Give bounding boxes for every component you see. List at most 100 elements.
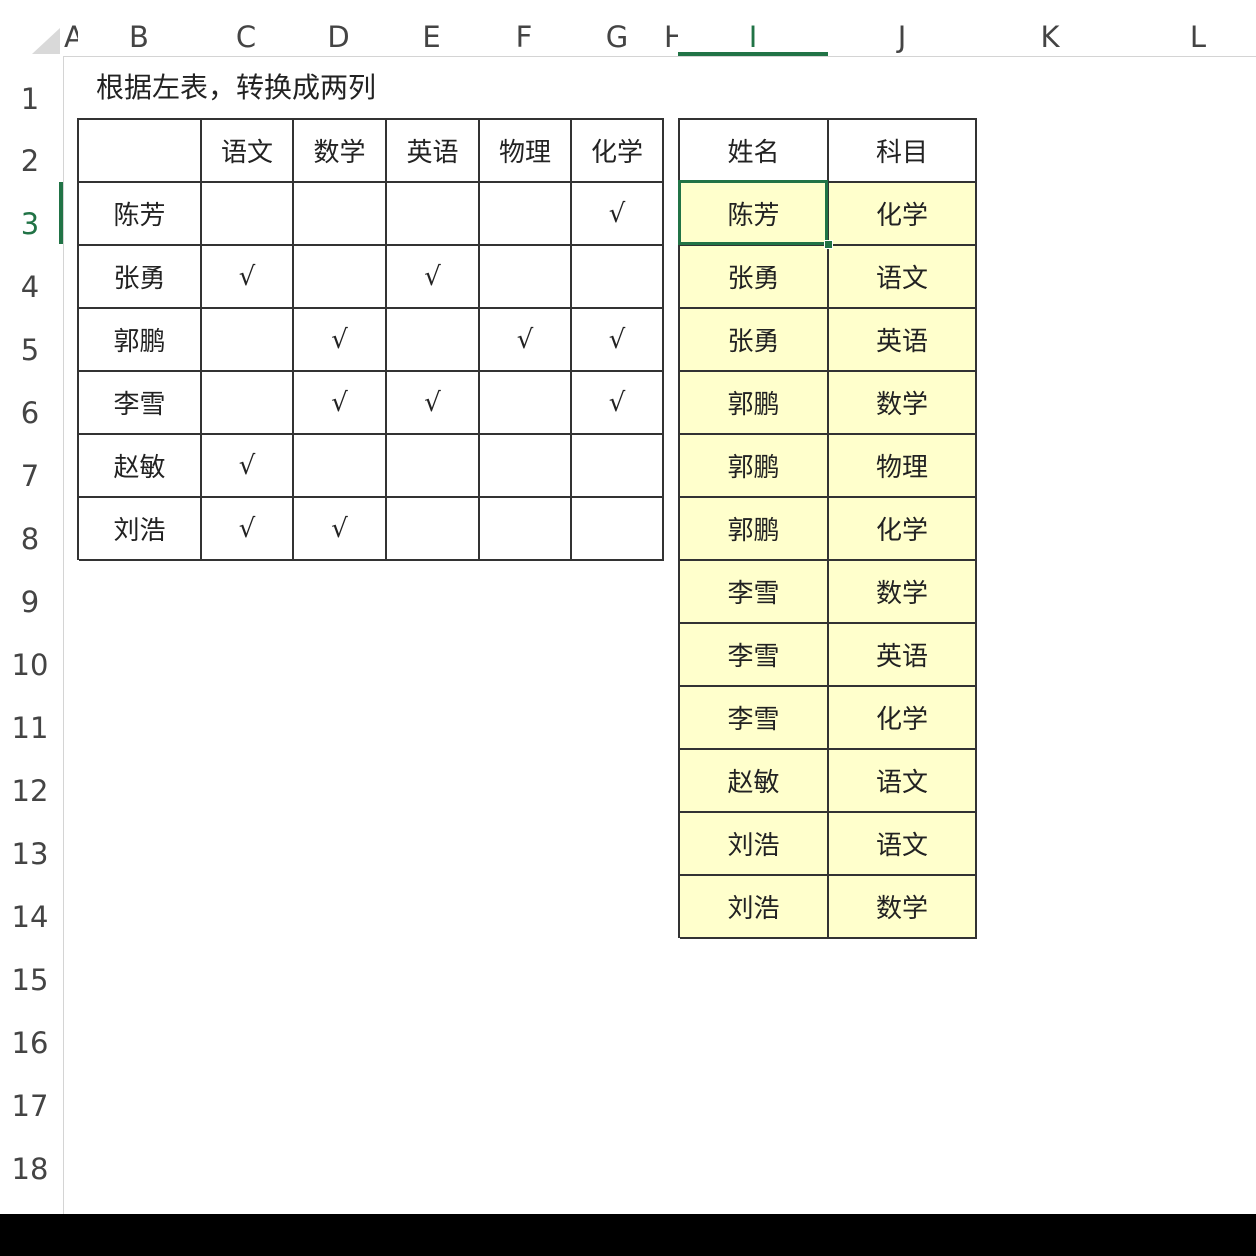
source-check-cell[interactable]: √ bbox=[387, 246, 480, 309]
source-check-cell[interactable] bbox=[387, 183, 480, 246]
row-header-14[interactable]: 14 bbox=[0, 888, 60, 937]
source-check-cell[interactable]: √ bbox=[572, 183, 664, 246]
source-check-cell[interactable]: √ bbox=[572, 309, 664, 372]
source-check-cell[interactable]: √ bbox=[480, 309, 572, 372]
result-subject-cell[interactable]: 化学 bbox=[829, 183, 977, 246]
source-header-subject[interactable]: 物理 bbox=[480, 120, 572, 183]
source-header-subject[interactable]: 化学 bbox=[572, 120, 664, 183]
row-header-4[interactable]: 4 bbox=[0, 258, 60, 307]
result-name-cell[interactable]: 李雪 bbox=[680, 687, 829, 750]
column-header-b[interactable]: B bbox=[78, 0, 200, 56]
row-header-9[interactable]: 9 bbox=[0, 573, 60, 622]
column-header-d[interactable]: D bbox=[292, 0, 385, 56]
source-check-cell[interactable] bbox=[387, 498, 480, 561]
row-header-11[interactable]: 11 bbox=[0, 699, 60, 748]
result-name-cell[interactable]: 郭鹏 bbox=[680, 498, 829, 561]
row-header-7[interactable]: 7 bbox=[0, 447, 60, 496]
result-subject-cell[interactable]: 语文 bbox=[829, 246, 977, 309]
fill-handle[interactable] bbox=[824, 240, 833, 249]
source-check-cell[interactable]: √ bbox=[572, 372, 664, 435]
source-check-cell[interactable] bbox=[572, 435, 664, 498]
source-check-cell[interactable] bbox=[480, 183, 572, 246]
row-header-1[interactable]: 1 bbox=[0, 70, 60, 118]
source-name-cell[interactable]: 李雪 bbox=[79, 372, 202, 435]
source-check-cell[interactable] bbox=[202, 183, 294, 246]
row-header-12[interactable]: 12 bbox=[0, 762, 60, 811]
source-check-cell[interactable] bbox=[480, 435, 572, 498]
result-name-cell[interactable]: 刘浩 bbox=[680, 876, 829, 939]
column-header-g[interactable]: G bbox=[570, 0, 664, 56]
column-header-e[interactable]: E bbox=[385, 0, 478, 56]
result-subject-cell[interactable]: 语文 bbox=[829, 750, 977, 813]
source-check-cell[interactable] bbox=[480, 498, 572, 561]
result-name-cell[interactable]: 张勇 bbox=[680, 309, 829, 372]
column-header-c[interactable]: C bbox=[200, 0, 292, 56]
column-header-a[interactable]: A bbox=[64, 0, 78, 56]
source-name-cell[interactable]: 刘浩 bbox=[79, 498, 202, 561]
column-header-k[interactable]: K bbox=[976, 0, 1124, 56]
result-subject-cell[interactable]: 物理 bbox=[829, 435, 977, 498]
result-name-cell[interactable]: 刘浩 bbox=[680, 813, 829, 876]
source-header-corner[interactable] bbox=[79, 120, 202, 183]
result-subject-cell[interactable]: 数学 bbox=[829, 561, 977, 624]
source-check-cell[interactable] bbox=[294, 246, 387, 309]
spreadsheet-grid[interactable]: ABCDEFGHIJKL 1 2 3 4 5 6 7 8 9 10 11 12 13 14 15 16 17 18… bbox=[0, 0, 1256, 1214]
result-subject-cell[interactable]: 语文 bbox=[829, 813, 977, 876]
row-header-8[interactable]: 8 bbox=[0, 510, 60, 559]
source-name-cell[interactable]: 张勇 bbox=[79, 246, 202, 309]
result-header-subject[interactable]: 科目 bbox=[829, 120, 977, 183]
column-header-i[interactable]: I bbox=[678, 0, 828, 56]
row-header-2[interactable]: 2 bbox=[0, 132, 60, 181]
row-header-10[interactable]: 10 bbox=[0, 636, 60, 685]
row-header-6[interactable]: 6 bbox=[0, 384, 60, 433]
source-header-subject[interactable]: 英语 bbox=[387, 120, 480, 183]
source-check-cell[interactable] bbox=[387, 435, 480, 498]
column-header-j[interactable]: J bbox=[828, 0, 976, 56]
source-check-cell[interactable]: √ bbox=[294, 309, 387, 372]
result-name-cell[interactable]: 郭鹏 bbox=[680, 372, 829, 435]
source-name-cell[interactable]: 陈芳 bbox=[79, 183, 202, 246]
source-check-cell[interactable]: √ bbox=[387, 372, 480, 435]
result-name-cell[interactable]: 郭鹏 bbox=[680, 435, 829, 498]
row-header-5[interactable]: 5 bbox=[0, 321, 60, 370]
row-header-15[interactable]: 15 bbox=[0, 951, 60, 1000]
active-cell-cursor[interactable] bbox=[678, 180, 828, 245]
result-name-cell[interactable]: 李雪 bbox=[680, 624, 829, 687]
source-check-cell[interactable]: √ bbox=[202, 435, 294, 498]
source-check-cell[interactable] bbox=[294, 183, 387, 246]
result-name-cell[interactable]: 张勇 bbox=[680, 246, 829, 309]
result-name-cell[interactable]: 赵敏 bbox=[680, 750, 829, 813]
source-check-cell[interactable] bbox=[202, 309, 294, 372]
source-check-cell[interactable] bbox=[294, 435, 387, 498]
source-check-cell[interactable] bbox=[202, 372, 294, 435]
source-check-cell[interactable]: √ bbox=[202, 246, 294, 309]
source-check-cell[interactable]: √ bbox=[294, 372, 387, 435]
source-check-cell[interactable]: √ bbox=[202, 498, 294, 561]
source-check-cell[interactable] bbox=[572, 498, 664, 561]
column-header-h[interactable]: H bbox=[664, 0, 678, 56]
result-subject-cell[interactable]: 化学 bbox=[829, 498, 977, 561]
result-header-name[interactable]: 姓名 bbox=[680, 120, 829, 183]
source-check-cell[interactable] bbox=[480, 372, 572, 435]
result-subject-cell[interactable]: 英语 bbox=[829, 624, 977, 687]
row-header-18[interactable]: 18 bbox=[0, 1140, 60, 1189]
source-name-cell[interactable]: 郭鹏 bbox=[79, 309, 202, 372]
result-subject-cell[interactable]: 数学 bbox=[829, 876, 977, 939]
result-subject-cell[interactable]: 化学 bbox=[829, 687, 977, 750]
result-name-cell[interactable]: 李雪 bbox=[680, 561, 829, 624]
select-all-corner[interactable] bbox=[0, 0, 64, 56]
source-check-cell[interactable] bbox=[480, 246, 572, 309]
source-check-cell[interactable] bbox=[387, 309, 480, 372]
row-header-16[interactable]: 16 bbox=[0, 1014, 60, 1063]
source-check-cell[interactable] bbox=[572, 246, 664, 309]
source-header-subject[interactable]: 数学 bbox=[294, 120, 387, 183]
column-header-l[interactable]: L bbox=[1124, 0, 1256, 56]
column-header-f[interactable]: F bbox=[478, 0, 570, 56]
result-subject-cell[interactable]: 英语 bbox=[829, 309, 977, 372]
row-header-3[interactable]: 3 bbox=[0, 195, 60, 244]
source-check-cell[interactable]: √ bbox=[294, 498, 387, 561]
source-header-subject[interactable]: 语文 bbox=[202, 120, 294, 183]
row-header-17[interactable]: 17 bbox=[0, 1077, 60, 1126]
row-header-13[interactable]: 13 bbox=[0, 825, 60, 874]
source-name-cell[interactable]: 赵敏 bbox=[79, 435, 202, 498]
